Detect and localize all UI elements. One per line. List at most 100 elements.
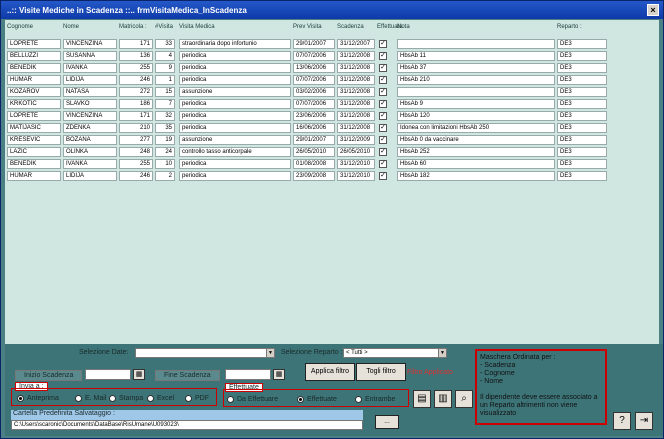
selezione-date-combo[interactable]: ▼ [135,348,275,358]
calendar-icon[interactable]: ▦ [273,369,285,380]
table-cell[interactable]: periodica [179,99,291,109]
table-cell[interactable]: 246 [119,171,153,181]
table-cell[interactable]: 1 [155,75,175,85]
table-cell[interactable]: 9 [155,63,175,73]
table-cell[interactable]: 136 [119,51,153,61]
table-cell[interactable]: DE3 [557,135,607,145]
cartella-input[interactable]: C:\Users\scaronic\Documents\DataBase\Ris… [11,420,363,430]
table-cell[interactable]: SUSANNA [63,51,117,61]
calendar-icon[interactable]: ▦ [133,369,145,380]
table-cell[interactable]: 171 [119,39,153,49]
table-cell[interactable]: 10 [155,159,175,169]
effettuata-checkbox[interactable]: ✓ [379,88,387,96]
table-cell[interactable]: SLAVKO [63,99,117,109]
table-cell[interactable]: 24 [155,147,175,157]
table-cell[interactable]: 277 [119,135,153,145]
table-row[interactable]: KOZAROV NATASA 272 15 assunzione 03/02/2006 31… [5,86,659,98]
invia-radio[interactable] [147,395,154,402]
table-cell[interactable]: 07/07/2006 [293,75,335,85]
table-cell[interactable]: HbsAb 182 [397,171,555,181]
table-cell[interactable]: 31/12/2008 [337,51,375,61]
table-cell[interactable]: 33 [155,39,175,49]
table-row[interactable]: KRESEVIC BOZANA 277 19 assunzione 29/01/2007 3… [5,134,659,146]
table-cell[interactable]: KOZAROV [7,87,61,97]
table-cell[interactable] [397,87,555,97]
table-cell[interactable]: 31/12/2008 [337,87,375,97]
table-cell[interactable]: 13/06/2006 [293,63,335,73]
table-cell[interactable]: 32 [155,111,175,121]
table-cell[interactable]: 19 [155,135,175,145]
table-cell[interactable]: DE3 [557,123,607,133]
table-cell[interactable]: LAZIC [7,147,61,157]
table-cell[interactable]: 210 [119,123,153,133]
table-cell[interactable]: HbsAb 11 [397,51,555,61]
effettuata-checkbox[interactable]: ✓ [379,76,387,84]
table-cell[interactable]: 26/05/2010 [337,147,375,157]
table-cell[interactable]: 255 [119,63,153,73]
table-cell[interactable]: periodica [179,159,291,169]
effettuata-checkbox[interactable]: ✓ [379,52,387,60]
table-cell[interactable]: 31/12/2008 [337,99,375,109]
chart-icon[interactable]: ▥ [434,390,452,408]
table-cell[interactable]: KRKOTIC [7,99,61,109]
fine-scadenza-input[interactable] [225,369,271,380]
table-cell[interactable]: HbsAb 252 [397,147,555,157]
table-cell[interactable]: 248 [119,147,153,157]
table-cell[interactable]: assunzione [179,87,291,97]
table-cell[interactable]: 26/05/2010 [293,147,335,157]
table-cell[interactable]: BENEDIK [7,63,61,73]
effettuata-checkbox[interactable]: ✓ [379,160,387,168]
inizio-scadenza-input[interactable] [85,369,131,380]
table-cell[interactable]: periodica [179,123,291,133]
effettuate-radio[interactable] [355,396,362,403]
togli-filtro-button[interactable]: Togli filtro [356,363,406,381]
table-cell[interactable]: DE3 [557,87,607,97]
table-cell[interactable]: DE3 [557,75,607,85]
help-icon[interactable]: ? [613,412,631,430]
table-cell[interactable]: 03/02/2006 [293,87,335,97]
table-cell[interactable]: KRESEVIC [7,135,61,145]
table-cell[interactable]: 07/07/2006 [293,99,335,109]
invia-radio[interactable] [75,395,82,402]
table-cell[interactable]: 31/12/2008 [337,111,375,121]
table-cell[interactable]: 31/12/2007 [337,39,375,49]
table-cell[interactable]: VINCENZINA [63,39,117,49]
table-cell[interactable]: DE3 [557,51,607,61]
table-cell[interactable]: 171 [119,111,153,121]
effettuata-checkbox[interactable]: ✓ [379,100,387,108]
table-cell[interactable]: periodica [179,75,291,85]
table-row[interactable]: LOPRETE VINCENZINA 171 32 periodica 23/06/200… [5,110,659,122]
table-cell[interactable]: DE3 [557,99,607,109]
table-cell[interactable]: 29/01/2007 [293,135,335,145]
report-icon[interactable]: ▤ [413,390,431,408]
table-cell[interactable]: HUMAR [7,171,61,181]
table-cell[interactable]: 7 [155,99,175,109]
table-row[interactable]: BELLUZZI SUSANNA 136 4 periodica 07/07/2006 31… [5,50,659,62]
table-row[interactable]: KRKOTIC SLAVKO 186 7 periodica 07/07/2006 31/1… [5,98,659,110]
invia-radio[interactable] [17,395,24,402]
table-cell[interactable]: 186 [119,99,153,109]
table-cell[interactable]: HbsAb 9 [397,99,555,109]
table-cell[interactable]: periodica [179,63,291,73]
browse-button[interactable]: ... [375,415,399,429]
table-cell[interactable]: LIDIJA [63,75,117,85]
table-cell[interactable]: 31/12/2008 [337,63,375,73]
table-cell[interactable]: DE3 [557,39,607,49]
table-cell[interactable]: HbsAb 120 [397,111,555,121]
table-cell[interactable]: DE3 [557,159,607,169]
table-cell[interactable]: MATIJASIC [7,123,61,133]
table-cell[interactable]: BOZANA [63,135,117,145]
table-cell[interactable]: BENEDIK [7,159,61,169]
preview-icon[interactable]: ⌕ [455,390,473,408]
table-cell[interactable]: 246 [119,75,153,85]
table-cell[interactable]: 31/12/2010 [337,159,375,169]
effettuata-checkbox[interactable]: ✓ [379,136,387,144]
table-cell[interactable]: BELLUZZI [7,51,61,61]
invia-radio[interactable] [185,395,192,402]
table-cell[interactable]: HbsAb 0 da vaccinare [397,135,555,145]
table-row[interactable]: HUMAR LIDIJA 246 2 periodica 23/09/2008 31/12/… [5,170,659,182]
table-cell[interactable]: 16/06/2006 [293,123,335,133]
table-cell[interactable]: LIDIJA [63,171,117,181]
table-cell[interactable]: HbsAb 37 [397,63,555,73]
invia-radio[interactable] [109,395,116,402]
